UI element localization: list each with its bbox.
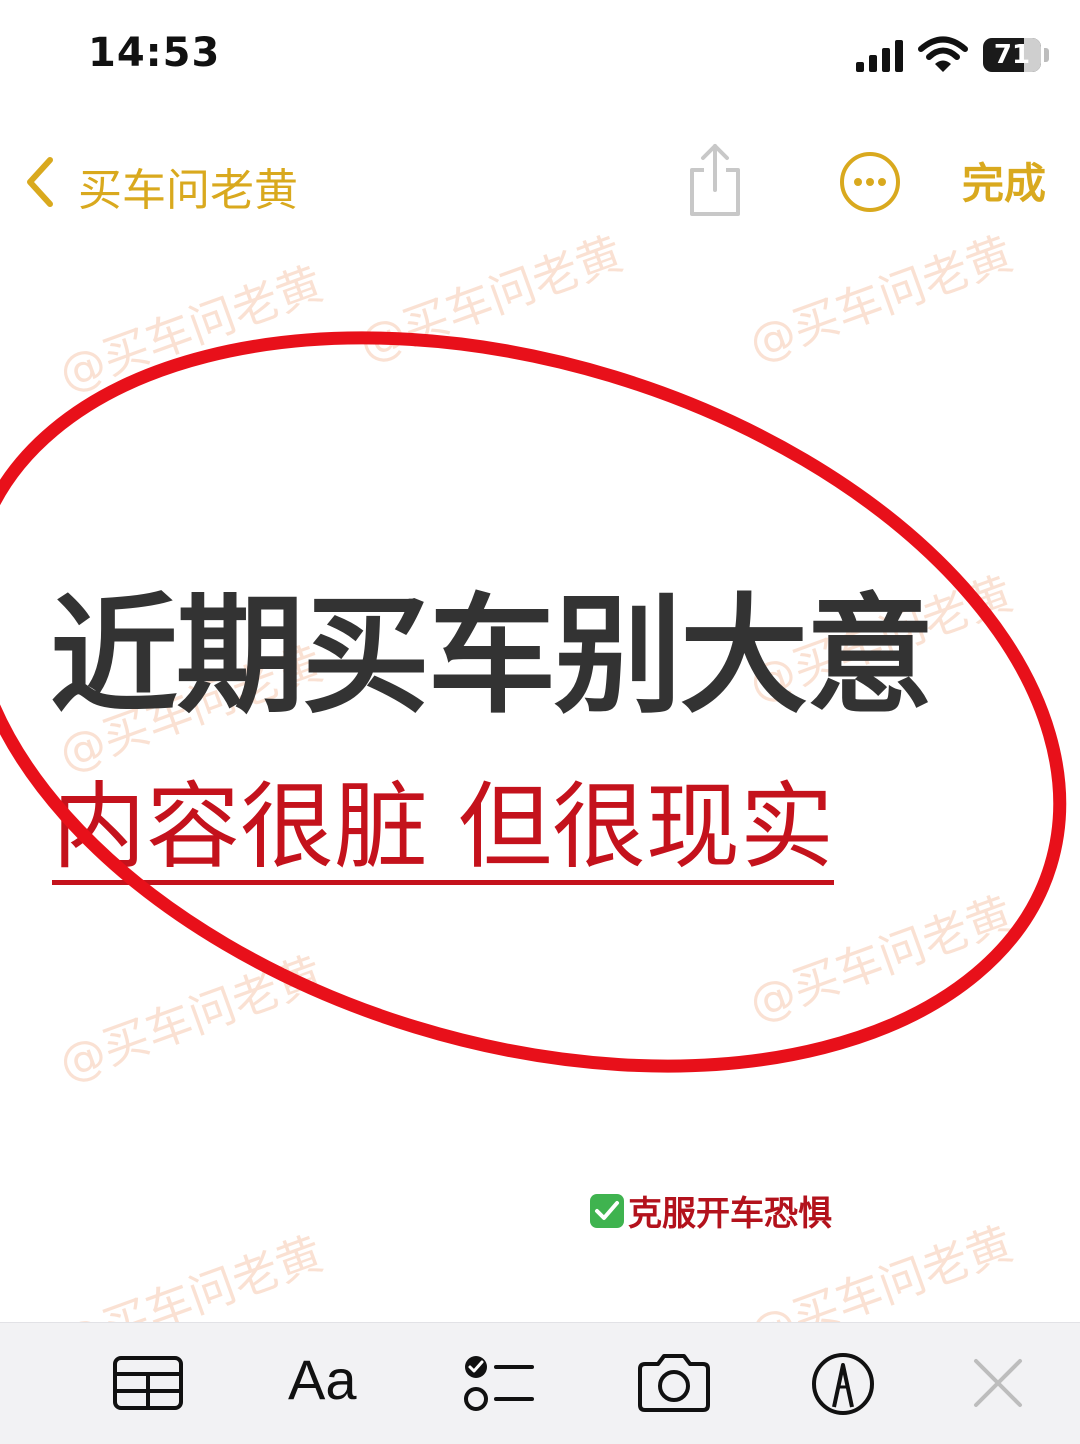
tip-text: 克服开车恐惧	[628, 1194, 832, 1234]
cellular-signal-icon	[856, 40, 903, 72]
note-subheadline: 内容很脏 但很现实	[52, 778, 834, 885]
watermark: @买车问老黄	[51, 256, 330, 402]
battery-percent: 71	[993, 40, 1031, 70]
format-text-button[interactable]: Aa	[288, 1347, 357, 1412]
note-headline: 近期买车别大意	[50, 582, 934, 731]
back-button-label[interactable]: 买车问老黄	[78, 154, 298, 218]
camera-icon[interactable]	[636, 1353, 712, 1413]
status-time: 14:53	[88, 30, 221, 76]
watermark: @买车问老黄	[741, 226, 1020, 372]
tip-line: 克服开车恐惧	[590, 1186, 832, 1235]
battery-cap	[1044, 48, 1049, 62]
back-chevron-icon[interactable]	[20, 152, 60, 212]
battery-icon: 71	[983, 38, 1041, 72]
watermark: @买车问老黄	[741, 886, 1020, 1032]
bottom-toolbar: Aa	[0, 1322, 1080, 1444]
done-button[interactable]: 完成	[962, 150, 1046, 211]
wifi-icon	[918, 36, 968, 72]
checkmark-icon	[590, 1193, 624, 1228]
watermark: @买车问老黄	[51, 946, 330, 1092]
close-icon[interactable]	[972, 1357, 1024, 1409]
share-icon[interactable]	[684, 140, 746, 218]
watermark: @买车问老黄	[351, 226, 630, 372]
markup-pen-icon[interactable]	[810, 1351, 876, 1417]
more-options-icon[interactable]	[838, 150, 902, 214]
table-icon[interactable]	[112, 1355, 184, 1411]
checklist-icon[interactable]	[462, 1353, 534, 1413]
status-bar: 14:53 71	[0, 0, 1080, 110]
